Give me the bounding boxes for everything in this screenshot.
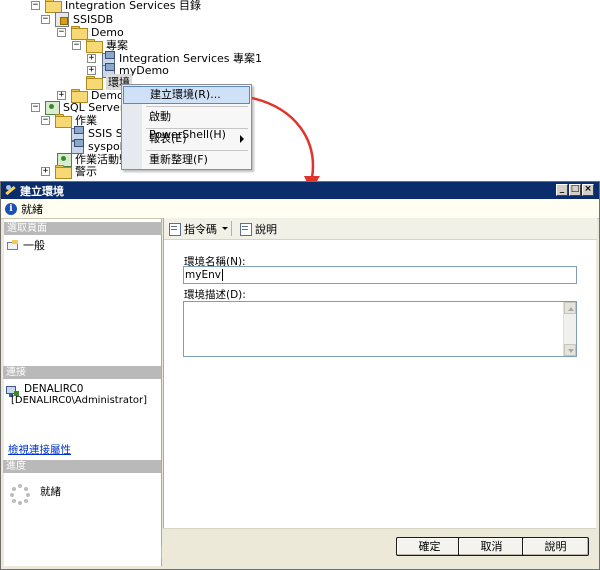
help-toolbar-button[interactable]: 說明 — [255, 221, 277, 237]
help-button[interactable]: 說明 — [522, 537, 589, 556]
status-text: 就緒 — [21, 202, 43, 216]
scroll-up-button[interactable] — [564, 302, 576, 314]
progress-spinner-icon — [10, 484, 30, 505]
select-page-header: 選取頁面 — [4, 222, 162, 235]
dropdown-arrow-icon[interactable] — [222, 227, 228, 230]
progress-status: 就緒 — [40, 486, 61, 498]
maximize-button[interactable]: □ — [569, 184, 581, 196]
view-connection-properties-link[interactable]: 檢視連接屬性 — [8, 442, 71, 457]
script-button[interactable]: 指令碼 — [184, 221, 217, 237]
page-item-general[interactable]: 一般 — [7, 237, 45, 253]
dialog-status-bar: i 就緒 — [1, 199, 599, 219]
connection-section-header: 連接 — [3, 366, 161, 379]
help-icon — [239, 222, 253, 236]
page-icon — [7, 239, 20, 251]
close-button[interactable]: × — [582, 184, 594, 196]
dialog-toolbar: 指令碼 說明 — [164, 218, 597, 240]
dialog-title-bar[interactable]: 建立環境 _ □ × — [1, 182, 599, 199]
callout-arrow-icon — [251, 96, 320, 191]
dialog-title: 建立環境 — [20, 184, 64, 198]
progress-section-header: 進度 — [3, 460, 161, 473]
login-name: [DENALIRC0\Administrator] — [11, 395, 147, 406]
scroll-down-button[interactable] — [564, 344, 576, 356]
environment-icon — [4, 184, 17, 197]
info-icon: i — [5, 202, 17, 215]
script-icon — [168, 222, 182, 236]
environment-description-textarea[interactable] — [183, 301, 577, 357]
environment-name-input[interactable]: myEnv — [183, 266, 577, 284]
server-name: DENALIRC0 — [24, 383, 84, 395]
connection-section: DENALIRC0 [DENALIRC0\Administrator] 檢視連接… — [4, 382, 161, 458]
ok-button[interactable]: 確定 — [396, 537, 463, 556]
description-scrollbar[interactable] — [563, 302, 576, 356]
toolbar-separator — [231, 221, 232, 236]
minimize-button[interactable]: _ — [556, 184, 568, 196]
cancel-button[interactable]: 取消 — [458, 537, 525, 556]
environment-description-label: 環境描述(D): — [184, 289, 246, 301]
